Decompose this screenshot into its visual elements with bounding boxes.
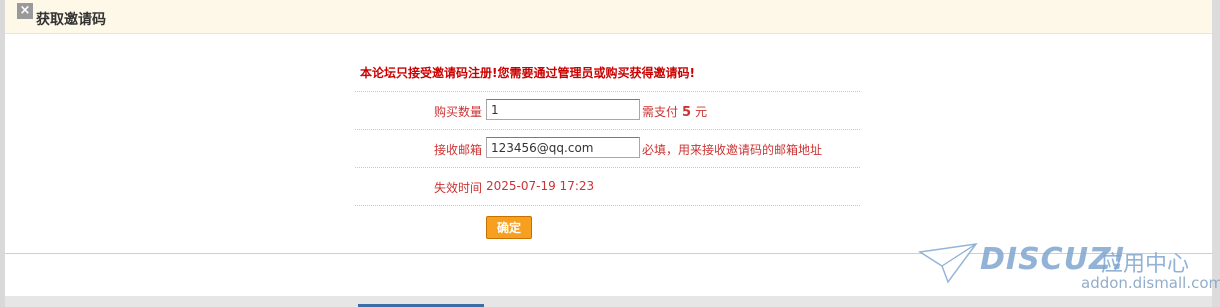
invite-form: 本论坛只接受邀请码注册!您需要通过管理员或购买获得邀请码! 购买数量 需支付5元… bbox=[355, 63, 860, 246]
submit-row: 确定 bbox=[355, 206, 860, 246]
quantity-label: 购买数量 bbox=[433, 105, 482, 119]
expire-label: 失效时间 bbox=[433, 181, 482, 195]
quantity-input[interactable] bbox=[486, 99, 640, 120]
confirm-button[interactable]: 确定 bbox=[486, 216, 532, 239]
pay-prefix: 需支付 bbox=[642, 105, 679, 119]
email-input[interactable] bbox=[486, 137, 640, 158]
price-info: 需支付 5 元 bbox=[642, 103, 707, 120]
quantity-row: 购买数量 需支付5元 bbox=[355, 92, 860, 130]
invite-code-dialog: × 获取邀请码 本论坛只接受邀请码注册!您需要通过管理员或购买获得邀请码! 购买… bbox=[5, 0, 1212, 254]
close-button[interactable]: × bbox=[17, 3, 33, 19]
expire-value: 2025-07-19 17:23 bbox=[486, 179, 595, 193]
page-scrollbar[interactable] bbox=[1212, 0, 1220, 307]
paper-plane-icon bbox=[918, 243, 978, 284]
discuz-watermark: DISCUZ! 应用中心 addon.dismall.com bbox=[918, 238, 1220, 300]
dialog-title: 获取邀请码 bbox=[36, 12, 106, 28]
registration-notice: 本论坛只接受邀请码注册!您需要通过管理员或购买获得邀请码! bbox=[355, 63, 860, 92]
dialog-header: × 获取邀请码 bbox=[5, 0, 1212, 34]
price-value: 5 bbox=[682, 105, 692, 120]
email-hint: 必填，用来接收邀请码的邮箱地址 bbox=[642, 143, 823, 157]
price-unit: 元 bbox=[695, 105, 708, 119]
email-row: 接收邮箱 必填，用来接收邀请码的邮箱地址 bbox=[355, 130, 860, 168]
watermark-url: addon.dismall.com bbox=[1081, 274, 1220, 292]
email-label: 接收邮箱 bbox=[433, 143, 482, 157]
expire-row: 失效时间 2025-07-19 17:23 bbox=[355, 168, 860, 206]
